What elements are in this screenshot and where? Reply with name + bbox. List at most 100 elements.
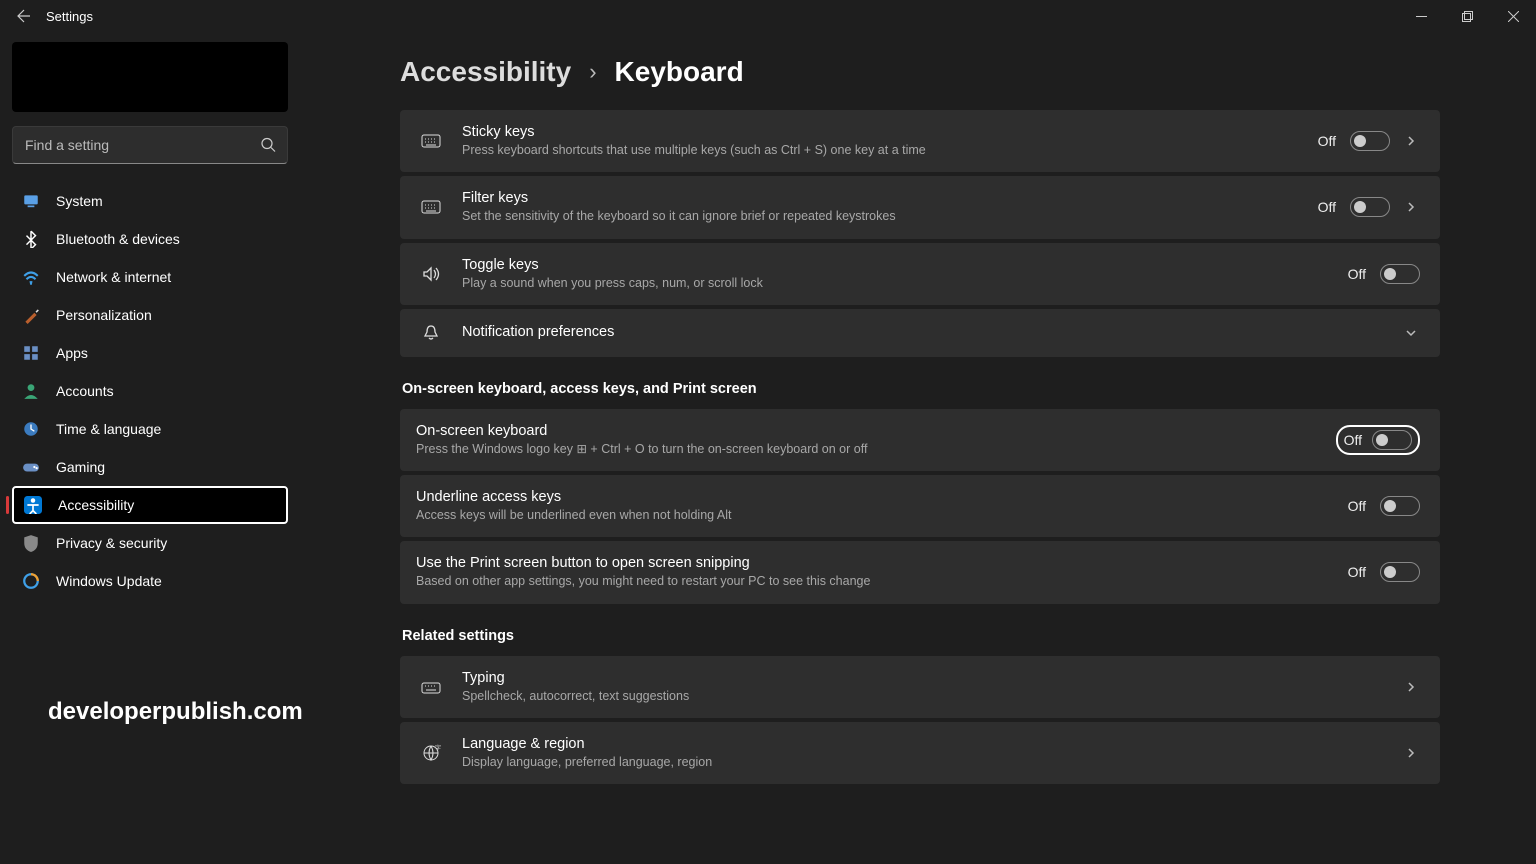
brush-icon [22, 306, 40, 324]
sidebar-item-system[interactable]: System [12, 182, 288, 220]
titlebar: Settings [0, 0, 1536, 32]
sidebar-item-gaming[interactable]: Gaming [12, 448, 288, 486]
update-icon [22, 572, 40, 590]
toggle-switch[interactable] [1350, 131, 1390, 151]
sidebar-item-label: Accessibility [58, 497, 134, 513]
setting-title: Underline access keys [416, 489, 1348, 505]
maximize-button[interactable] [1444, 0, 1490, 32]
setting-desc: Set the sensitivity of the keyboard so i… [462, 208, 1298, 224]
toggle-switch[interactable] [1380, 496, 1420, 516]
setting-row-notification-preferences[interactable]: Notification preferences [400, 309, 1440, 357]
sidebar-item-accounts[interactable]: Accounts [12, 372, 288, 410]
toggle-state-label: Off [1348, 266, 1366, 282]
user-card[interactable] [12, 42, 288, 112]
setting-title: Toggle keys [462, 257, 1328, 273]
related-row-typing[interactable]: Typing Spellcheck, autocorrect, text sugg… [400, 656, 1440, 718]
setting-desc: Press the Windows logo key ⊞ + Ctrl + O … [416, 441, 1336, 457]
setting-row-sticky-keys[interactable]: Sticky keys Press keyboard shortcuts that… [400, 110, 1440, 172]
toggle-switch[interactable] [1350, 197, 1390, 217]
setting-row-filter-keys[interactable]: Filter keys Set the sensitivity of the ke… [400, 176, 1440, 238]
back-button[interactable] [8, 8, 40, 24]
sidebar-item-windows-update[interactable]: Windows Update [12, 562, 288, 600]
maximize-icon [1462, 11, 1473, 22]
setting-desc: Spellcheck, autocorrect, text suggestion… [462, 688, 1384, 704]
setting-row-use-the-print-screen-button-to-open-screen-snipping[interactable]: Use the Print screen button to open scre… [400, 541, 1440, 603]
setting-desc: Press keyboard shortcuts that use multip… [462, 142, 1298, 158]
bluetooth-icon [22, 230, 40, 248]
person-icon [22, 382, 40, 400]
svg-text:字: 字 [435, 744, 441, 752]
back-arrow-icon [16, 8, 32, 24]
person-arms-icon [24, 496, 42, 514]
setting-title: Sticky keys [462, 124, 1298, 140]
sidebar-item-label: Accounts [56, 383, 114, 399]
sidebar-item-bluetooth-devices[interactable]: Bluetooth & devices [12, 220, 288, 258]
sidebar-item-label: Personalization [56, 307, 152, 323]
toggle-focus-ring: Off [1336, 425, 1420, 455]
sidebar-item-accessibility[interactable]: Accessibility [12, 486, 288, 524]
grid-icon [22, 344, 40, 362]
watermark: developerpublish.com [48, 698, 303, 726]
sidebar-item-time-language[interactable]: Time & language [12, 410, 288, 448]
toggle-state-label: Off [1318, 133, 1336, 149]
chevron-right-icon [1404, 746, 1420, 760]
sidebar-item-label: Windows Update [56, 573, 162, 589]
sidebar-item-label: Apps [56, 345, 88, 361]
window-controls [1398, 0, 1536, 32]
setting-title: Typing [462, 670, 1384, 686]
setting-desc: Play a sound when you press caps, num, o… [462, 275, 1328, 291]
breadcrumb: Accessibility › Keyboard [400, 56, 1440, 88]
minimize-icon [1416, 11, 1427, 22]
sidebar-item-network-internet[interactable]: Network & internet [12, 258, 288, 296]
chevron-right-icon: › [589, 59, 596, 85]
wifi-icon [22, 268, 40, 286]
speaker-icon [420, 264, 442, 284]
breadcrumb-parent[interactable]: Accessibility [400, 56, 571, 88]
close-button[interactable] [1490, 0, 1536, 32]
setting-title: On-screen keyboard [416, 423, 1336, 439]
setting-desc: Based on other app settings, you might n… [416, 573, 1348, 589]
page-title: Keyboard [615, 56, 744, 88]
window-title: Settings [46, 9, 93, 24]
monitor-icon [22, 192, 40, 210]
setting-row-toggle-keys[interactable]: Toggle keys Play a sound when you press c… [400, 243, 1440, 305]
sidebar-item-label: Gaming [56, 459, 105, 475]
setting-title: Use the Print screen button to open scre… [416, 555, 1348, 571]
sidebar-item-apps[interactable]: Apps [12, 334, 288, 372]
sidebar-item-label: Bluetooth & devices [56, 231, 180, 247]
chevron-right-icon [1404, 134, 1420, 148]
toggle-state-label: Off [1318, 199, 1336, 215]
setting-title: Notification preferences [462, 324, 1384, 340]
setting-desc: Display language, preferred language, re… [462, 754, 1384, 770]
toggle-state-label: Off [1348, 564, 1366, 580]
sidebar-item-label: Network & internet [56, 269, 171, 285]
sidebar-item-label: Time & language [56, 421, 161, 437]
keyboard-typing-icon [420, 677, 442, 697]
toggle-state-label: Off [1348, 498, 1366, 514]
minimize-button[interactable] [1398, 0, 1444, 32]
search-icon [261, 138, 276, 153]
chevron-right-icon [1404, 200, 1420, 214]
setting-row-on-screen-keyboard[interactable]: On-screen keyboard Press the Windows logo… [400, 409, 1440, 471]
keyboard-icon [420, 197, 442, 217]
keyboard-icon [420, 131, 442, 151]
bell-icon [420, 323, 442, 343]
sidebar-item-privacy-security[interactable]: Privacy & security [12, 524, 288, 562]
setting-title: Language & region [462, 736, 1384, 752]
section-heading-related: Related settings [402, 628, 1440, 644]
gamepad-icon [22, 458, 40, 476]
close-icon [1508, 11, 1519, 22]
sidebar-item-label: Privacy & security [56, 535, 167, 551]
setting-desc: Access keys will be underlined even when… [416, 507, 1348, 523]
related-row-language-region[interactable]: 字 Language & region Display language, pref… [400, 722, 1440, 784]
toggle-switch[interactable] [1372, 430, 1412, 450]
setting-title: Filter keys [462, 190, 1298, 206]
setting-row-underline-access-keys[interactable]: Underline access keys Access keys will be… [400, 475, 1440, 537]
toggle-switch[interactable] [1380, 264, 1420, 284]
clock-icon [22, 420, 40, 438]
search-input[interactable] [12, 126, 288, 164]
sidebar-item-personalization[interactable]: Personalization [12, 296, 288, 334]
section-heading-onscreen: On-screen keyboard, access keys, and Pri… [402, 381, 1440, 397]
toggle-switch[interactable] [1380, 562, 1420, 582]
globe-lang-icon: 字 [420, 743, 442, 763]
